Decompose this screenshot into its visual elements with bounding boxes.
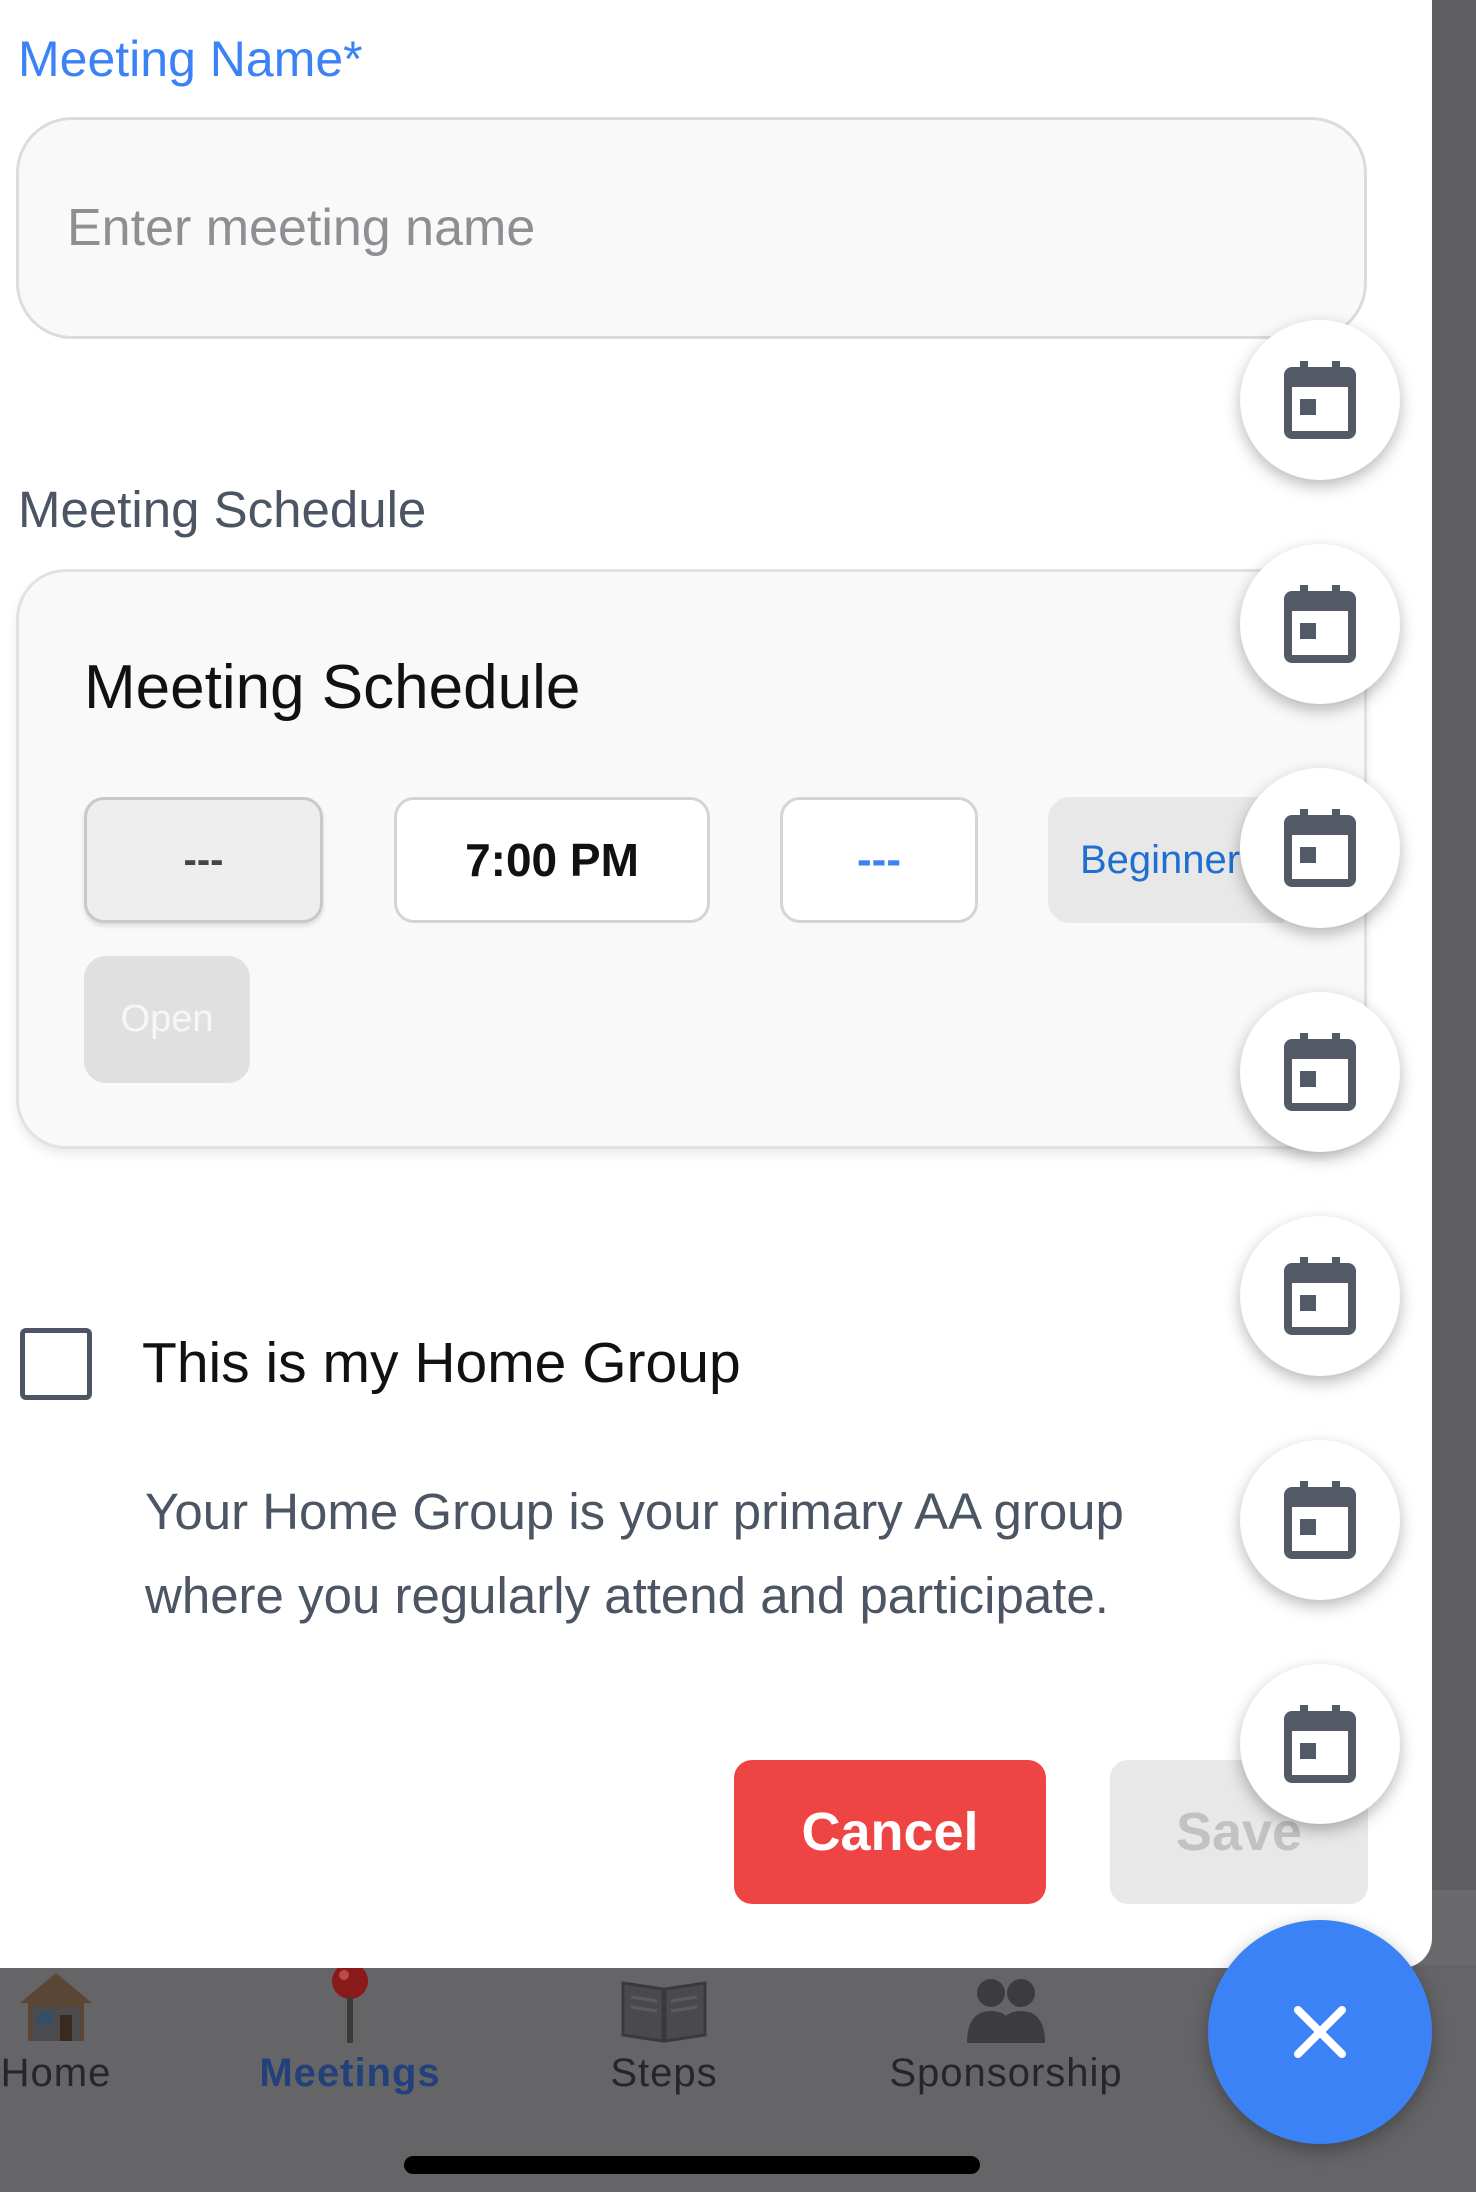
close-fab-button[interactable] xyxy=(1208,1920,1432,2144)
home-group-description: Your Home Group is your primary AA group… xyxy=(145,1483,1124,1624)
calendar-icon xyxy=(1284,1257,1356,1335)
speed-dial-calendar-button[interactable] xyxy=(1240,544,1400,704)
calendar-icon xyxy=(1284,585,1356,663)
tab-sponsorship-label: Sponsorship xyxy=(889,2051,1123,2095)
schedule-card-title: Meeting Schedule xyxy=(84,653,581,722)
tab-sponsorship[interactable]: Sponsorship xyxy=(856,1965,1156,2096)
pin-icon xyxy=(320,1963,380,2045)
tab-steps-label: Steps xyxy=(610,2051,718,2095)
format-select-chip[interactable]: --- xyxy=(780,797,978,923)
people-icon xyxy=(961,1965,1051,2045)
background-edge xyxy=(1432,0,1476,1890)
tab-steps[interactable]: Steps xyxy=(544,1965,784,2096)
tab-home-label: Home xyxy=(0,2051,112,2095)
cancel-button[interactable]: Cancel xyxy=(734,1760,1046,1904)
meeting-schedule-label: Meeting Schedule xyxy=(18,481,427,538)
calendar-icon xyxy=(1284,1033,1356,1111)
close-icon xyxy=(1294,2006,1346,2058)
calendar-icon xyxy=(1284,361,1356,439)
day-select-chip[interactable]: --- xyxy=(84,797,323,923)
open-tag-chip[interactable]: Open xyxy=(84,956,250,1083)
home-group-checkbox[interactable] xyxy=(20,1328,92,1400)
speed-dial-calendar-button[interactable] xyxy=(1240,1216,1400,1376)
tab-home[interactable]: Home xyxy=(0,1965,176,2096)
meeting-name-label: Meeting Name* xyxy=(18,31,363,87)
book-icon xyxy=(619,1965,709,2045)
calendar-icon xyxy=(1284,1705,1356,1783)
tab-meetings[interactable]: Meetings xyxy=(230,1963,470,2096)
tab-meetings-label: Meetings xyxy=(259,2051,441,2095)
speed-dial-calendar-button[interactable] xyxy=(1240,768,1400,928)
time-select-chip[interactable]: 7:00 PM xyxy=(394,797,710,923)
home-group-label[interactable]: This is my Home Group xyxy=(142,1330,741,1396)
calendar-icon xyxy=(1284,809,1356,887)
meeting-name-input[interactable] xyxy=(16,117,1367,339)
speed-dial-calendar-button[interactable] xyxy=(1240,1664,1400,1824)
home-indicator xyxy=(404,2156,980,2174)
speed-dial-calendar-button[interactable] xyxy=(1240,992,1400,1152)
speed-dial-calendar-button[interactable] xyxy=(1240,1440,1400,1600)
calendar-icon xyxy=(1284,1481,1356,1559)
speed-dial-calendar-button[interactable] xyxy=(1240,320,1400,480)
house-icon xyxy=(16,1965,96,2045)
